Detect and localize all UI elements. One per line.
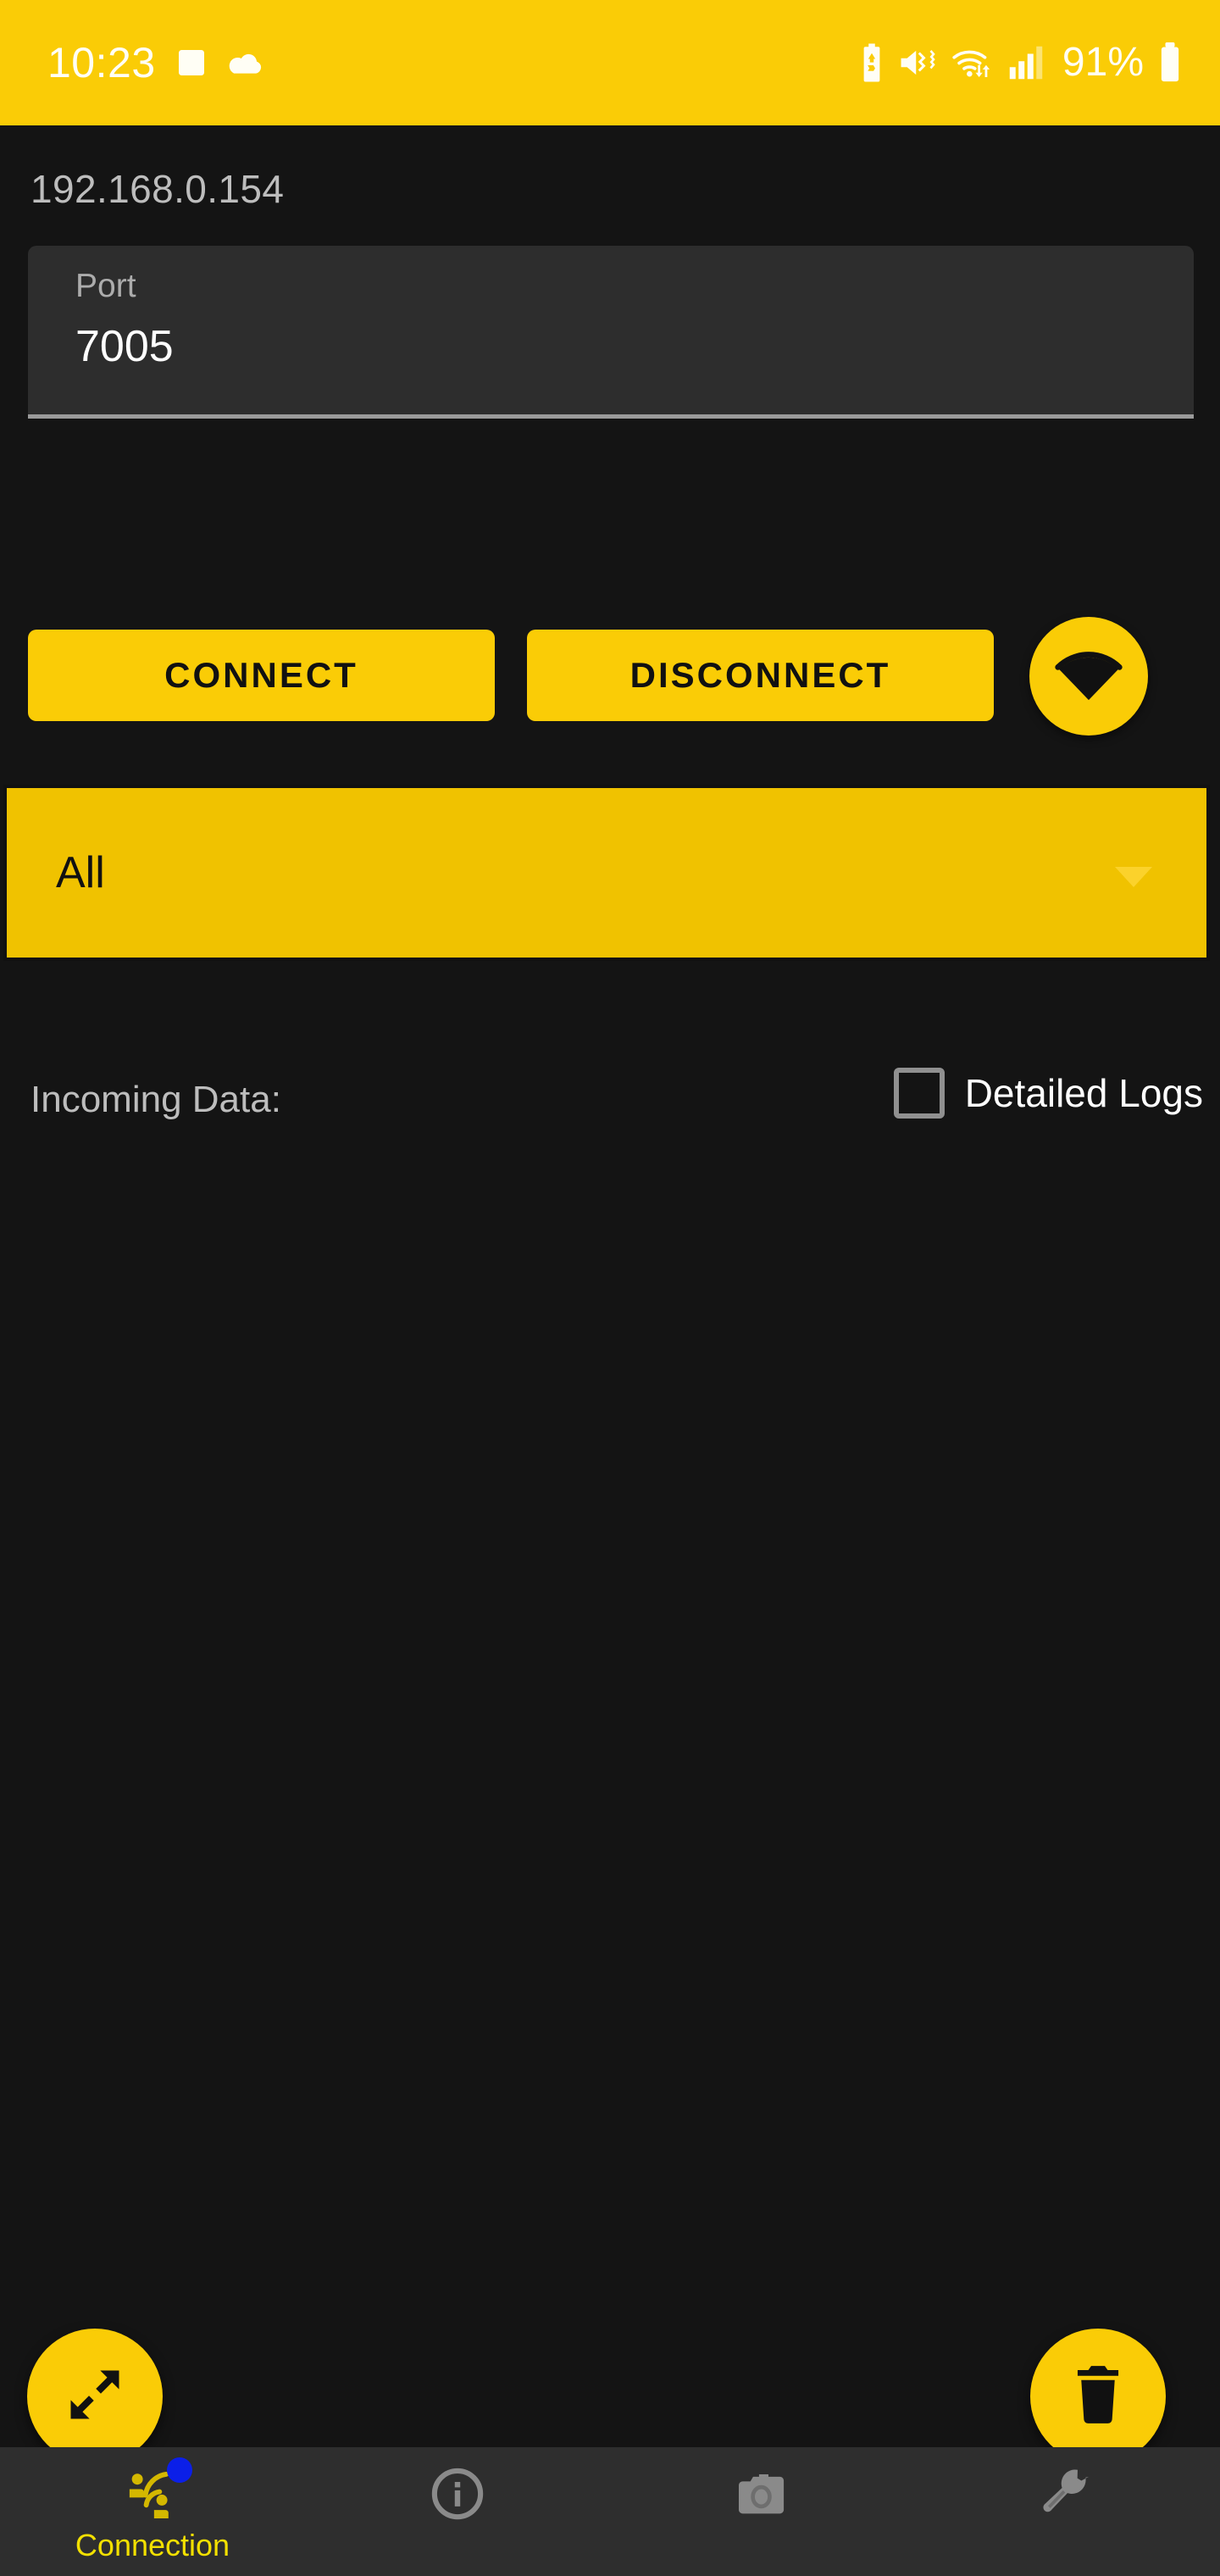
- clear-log-fab[interactable]: [1030, 2329, 1166, 2464]
- status-bar-right: 91%: [859, 42, 1183, 83]
- battery-percent-label: 91%: [1062, 40, 1144, 85]
- wrench-tools-icon: [1036, 2462, 1099, 2525]
- status-time: 10:23: [47, 39, 156, 86]
- cellular-signal-icon: [1008, 44, 1044, 81]
- camera-icon: [731, 2462, 794, 2525]
- nav-item-connection[interactable]: Connection: [0, 2447, 305, 2576]
- disconnect-button[interactable]: DISCONNECT: [527, 630, 994, 721]
- nav-label-connection: Connection: [75, 2528, 230, 2562]
- app-screen: 10:23 91% 192.168.0.154 Port 7005 CONNEC…: [0, 0, 1220, 2576]
- battery-saver-icon: [859, 43, 884, 82]
- bottom-navigation: Connection: [0, 2447, 1220, 2576]
- chevron-down-icon: [1115, 867, 1152, 887]
- expand-log-fab[interactable]: [27, 2329, 163, 2464]
- incoming-data-label: Incoming Data:: [30, 1079, 281, 1120]
- incoming-data-row: Incoming Data: Detailed Logs: [0, 1049, 1220, 1151]
- port-field-value[interactable]: 7005: [75, 325, 1194, 369]
- info-icon: [426, 2462, 489, 2525]
- connection-people-icon: [121, 2457, 192, 2525]
- connect-button[interactable]: CONNECT: [28, 630, 495, 721]
- filter-spinner[interactable]: All: [3, 785, 1210, 961]
- checkbox-box-icon[interactable]: [893, 1068, 945, 1119]
- notification-badge: [167, 2457, 192, 2483]
- wifi-icon: [1052, 645, 1125, 708]
- mute-vibrate-icon: [898, 46, 937, 80]
- incoming-data-log[interactable]: [0, 1155, 1220, 2265]
- cloud-icon: [227, 48, 264, 77]
- battery-icon: [1157, 42, 1183, 83]
- nav-item-camera[interactable]: [610, 2447, 915, 2576]
- port-field-label: Port: [75, 268, 136, 304]
- detailed-logs-checkbox[interactable]: Detailed Logs: [893, 1068, 1203, 1119]
- ip-address-value[interactable]: 192.168.0.154: [30, 166, 284, 212]
- status-bar: 10:23 91%: [0, 0, 1220, 125]
- connection-buttons-row: CONNECT DISCONNECT: [0, 596, 1220, 757]
- wifi-transfer-icon: [951, 44, 995, 81]
- trash-delete-icon: [1070, 2363, 1126, 2430]
- nav-item-tools[interactable]: [915, 2447, 1220, 2576]
- expand-arrows-icon: [63, 2362, 127, 2431]
- gallery-image-icon: [175, 46, 208, 80]
- nav-item-info[interactable]: [305, 2447, 610, 2576]
- detailed-logs-label: Detailed Logs: [964, 1071, 1203, 1115]
- main-content: 192.168.0.154 Port 7005 CONNECT DISCONNE…: [0, 125, 1220, 2464]
- port-field[interactable]: Port 7005: [28, 246, 1194, 419]
- status-bar-left: 10:23: [47, 42, 264, 84]
- filter-spinner-value: All: [56, 848, 105, 897]
- wifi-scan-fab[interactable]: [1029, 617, 1148, 736]
